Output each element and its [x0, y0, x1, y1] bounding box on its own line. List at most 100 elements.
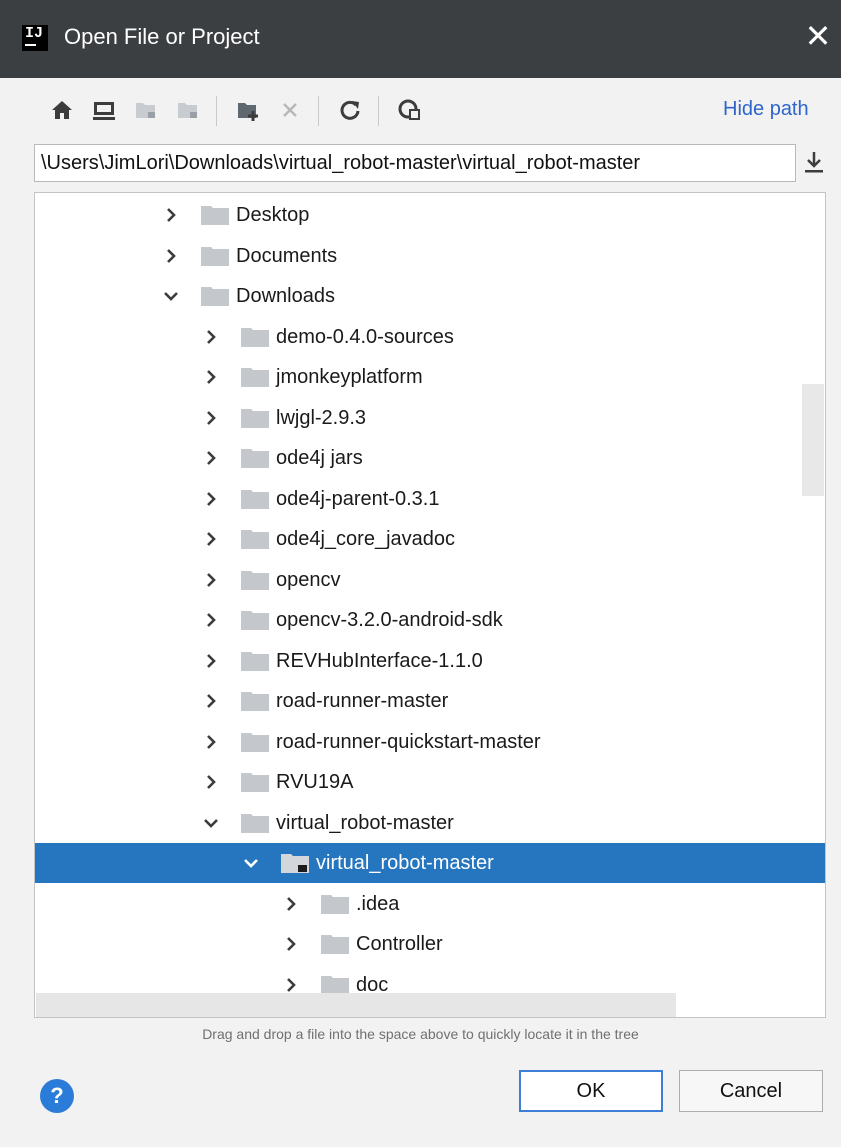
download-button[interactable] — [800, 148, 834, 180]
folder-icon — [241, 408, 269, 428]
folder-icon — [321, 894, 349, 914]
desktop-button[interactable] — [86, 92, 122, 128]
path-input[interactable]: \Users\JimLori\Downloads\virtual_robot-m… — [34, 144, 796, 182]
folder-icon — [321, 935, 349, 954]
folder-icon — [241, 732, 269, 752]
chevron-right-icon[interactable] — [201, 489, 221, 509]
folder-icon — [201, 206, 229, 225]
tree-item[interactable]: road-runner-quickstart-master — [35, 722, 825, 762]
ok-button[interactable]: OK — [519, 1070, 663, 1112]
hide-path-link[interactable]: Hide path — [723, 98, 809, 121]
download-icon — [805, 152, 823, 173]
tree-item-label: ode4j jars — [276, 447, 363, 469]
chevron-right-icon[interactable] — [201, 772, 221, 792]
chevron-right-icon[interactable] — [201, 570, 221, 590]
vertical-scrollbar[interactable] — [802, 384, 824, 496]
tree-item-label: Documents — [236, 244, 338, 267]
tree-item[interactable]: opencv — [35, 560, 825, 600]
folder-icon — [201, 287, 229, 306]
chevron-right-icon[interactable] — [201, 448, 221, 468]
chevron-right-icon[interactable] — [201, 610, 221, 630]
folder-icon — [281, 854, 309, 873]
chevron-down-icon[interactable] — [241, 853, 261, 873]
tree-item-label: RVU19A — [276, 771, 354, 793]
folder-icon — [241, 489, 269, 509]
tree-item-label: Downloads — [236, 285, 335, 307]
folder-icon — [241, 813, 269, 833]
new-folder-button[interactable] — [230, 92, 266, 128]
cancel-button[interactable]: Cancel — [679, 1070, 823, 1112]
chevron-right-icon[interactable] — [281, 894, 301, 914]
chevron-down-icon[interactable] — [161, 286, 181, 306]
chevron-right-icon[interactable] — [201, 529, 221, 549]
refresh-button[interactable] — [332, 92, 368, 128]
tree-item[interactable]: demo-0.4.0-sources — [35, 317, 825, 357]
folder-icon — [241, 570, 269, 590]
home-button[interactable] — [44, 92, 80, 128]
horizontal-scrollbar[interactable] — [36, 993, 676, 1017]
show-hidden-button[interactable] — [392, 92, 428, 128]
chevron-right-icon[interactable] — [201, 367, 221, 387]
folder-icon — [241, 651, 269, 671]
folder-icon — [241, 327, 269, 347]
project-folder-button[interactable] — [128, 92, 164, 128]
tree-item[interactable]: road-runner-master — [35, 681, 825, 721]
chevron-right-icon[interactable] — [161, 246, 181, 266]
toolbar-separator — [318, 96, 319, 126]
tree-item[interactable]: .idea — [35, 884, 825, 924]
desktop-icon — [93, 102, 115, 120]
project-folder-icon — [136, 103, 155, 118]
tree-item[interactable]: ode4j-parent-0.3.1 — [35, 479, 825, 519]
file-tree[interactable]: Desktop Documents Downloads demo-0.4.0-sour… — [34, 192, 826, 1018]
chevron-right-icon[interactable] — [201, 691, 221, 711]
delete-button[interactable] — [272, 92, 308, 128]
window-title: Open File or Project — [64, 24, 260, 49]
chevron-right-icon[interactable] — [281, 975, 301, 995]
folder-icon — [241, 530, 269, 549]
help-button[interactable]: ? — [40, 1079, 74, 1113]
new-folder-icon — [238, 103, 258, 121]
tree-item[interactable]: Downloads — [35, 276, 825, 316]
tree-item[interactable]: Desktop — [35, 195, 825, 235]
chevron-down-icon[interactable] — [201, 813, 221, 833]
folder-icon — [241, 692, 269, 711]
delete-icon — [283, 103, 297, 117]
tree-item-label: demo-0.4.0-sources — [276, 325, 454, 348]
tree-item[interactable]: Documents — [35, 236, 825, 276]
tree-item[interactable]: Controller — [35, 924, 825, 964]
module-folder-button[interactable] — [170, 92, 206, 128]
tree-item-label: opencv — [276, 568, 341, 591]
tree-item[interactable]: jmonkeyplatform — [35, 357, 825, 397]
chevron-right-icon[interactable] — [281, 934, 301, 954]
close-button[interactable]: ✕ — [795, 14, 841, 58]
tree-item[interactable]: REVHubInterface-1.1.0 — [35, 641, 825, 681]
chevron-right-icon[interactable] — [201, 327, 221, 347]
folder-icon — [241, 449, 269, 468]
tree-item[interactable]: lwjgl-2.9.3 — [35, 398, 825, 438]
tree-item[interactable]: RVU19A — [35, 762, 825, 802]
home-icon — [52, 101, 72, 119]
folder-icon — [201, 246, 229, 266]
intellij-logo-icon: IJ — [22, 25, 48, 51]
tree-item-label: road-runner-quickstart-master — [276, 730, 541, 753]
tree-item[interactable]: ode4j jars — [35, 438, 825, 478]
toolbar-separator — [378, 96, 379, 126]
module-folder-icon — [178, 103, 197, 118]
tree-item-label: road-runner-master — [276, 690, 449, 712]
tree-item[interactable]: opencv-3.2.0-android-sdk — [35, 600, 825, 640]
chevron-right-icon[interactable] — [201, 651, 221, 671]
folder-icon — [241, 368, 269, 387]
title-bar: IJ Open File or Project ✕ — [0, 0, 841, 78]
tree-item[interactable]: virtual_robot-master — [35, 803, 825, 843]
tree-item[interactable]: virtual_robot-master — [35, 843, 825, 883]
tree-item[interactable]: ode4j_core_javadoc — [35, 519, 825, 559]
tree-item-label: jmonkeyplatform — [276, 366, 423, 388]
folder-icon — [241, 611, 269, 630]
chevron-right-icon[interactable] — [161, 205, 181, 225]
chevron-right-icon[interactable] — [201, 408, 221, 428]
tree-item-label: REVHubInterface-1.1.0 — [276, 649, 483, 672]
tree-item-label: lwjgl-2.9.3 — [276, 406, 367, 429]
drag-drop-hint: Drag and drop a file into the space abov… — [202, 1026, 639, 1042]
tree-item-label: Desktop — [236, 204, 310, 226]
chevron-right-icon[interactable] — [201, 732, 221, 752]
